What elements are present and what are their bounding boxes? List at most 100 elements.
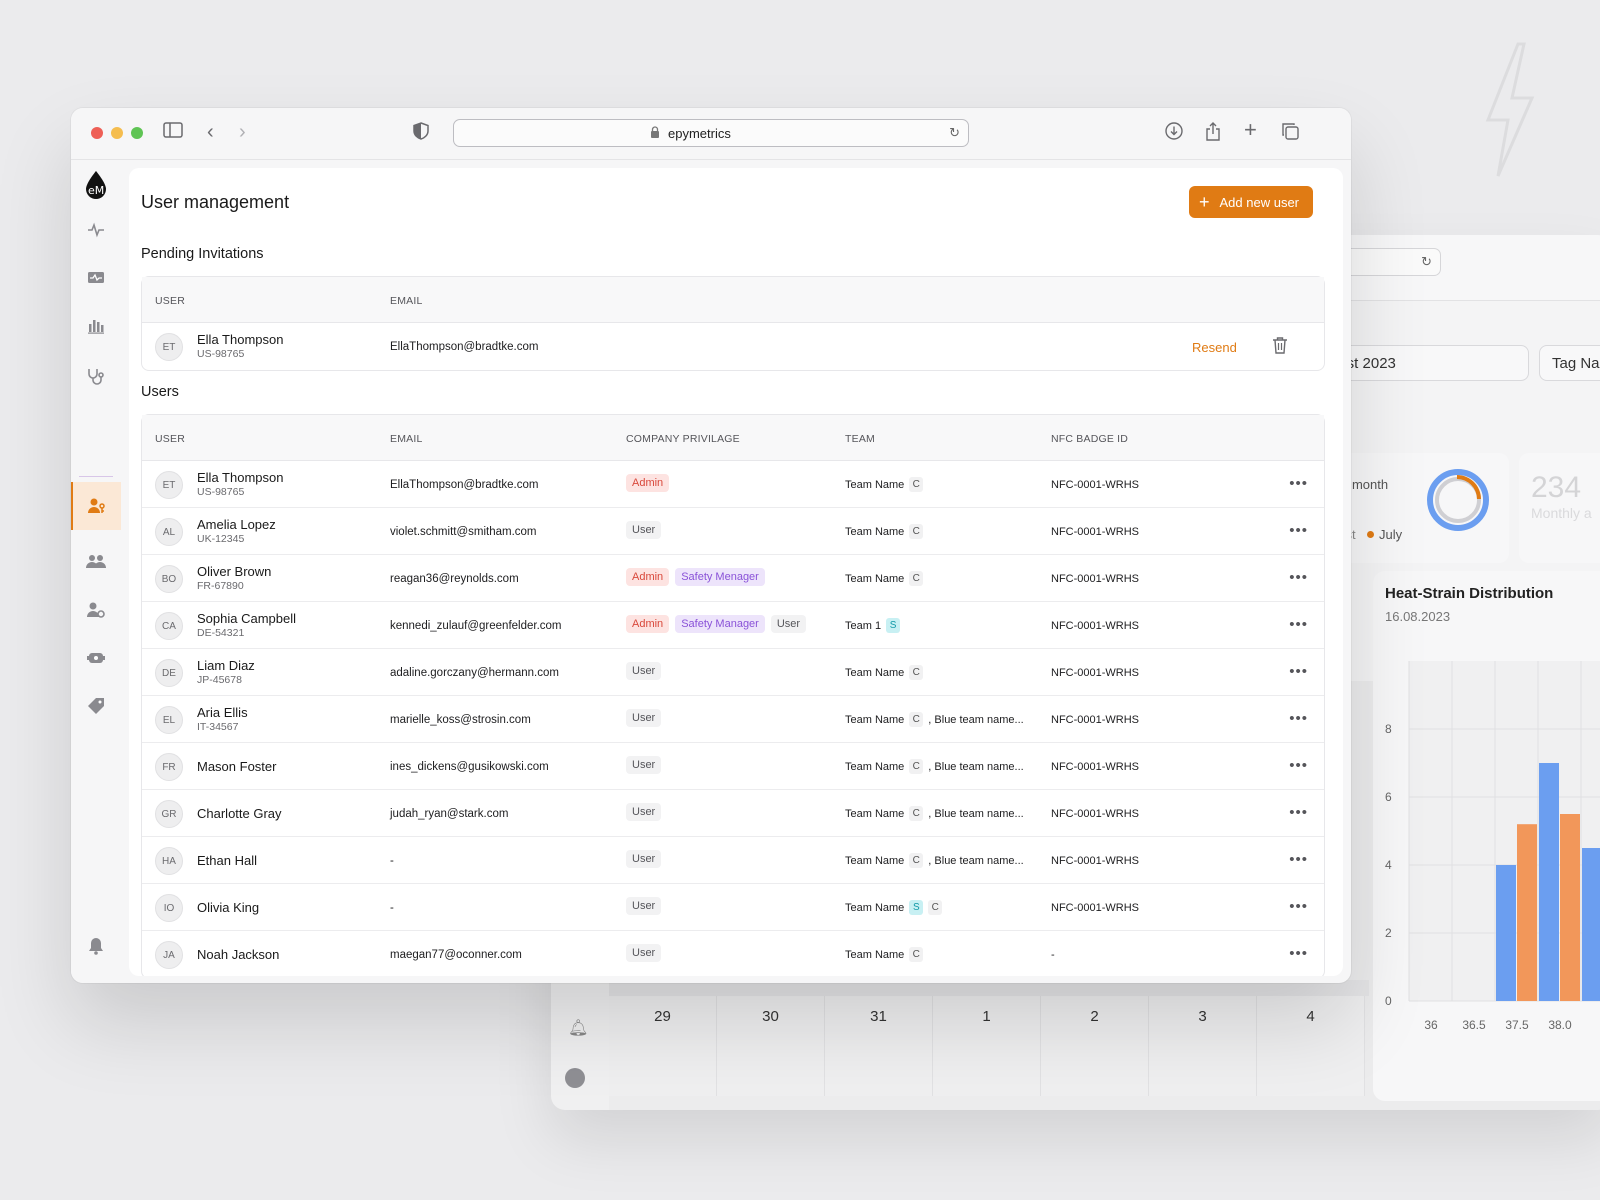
svg-text:eM: eM xyxy=(88,184,104,197)
team-chip: C xyxy=(909,853,924,868)
privilege-badge: User xyxy=(626,850,662,868)
privilege-badge: User xyxy=(626,756,662,774)
download-icon[interactable] xyxy=(1165,122,1183,144)
more-options-icon[interactable]: ••• xyxy=(1289,710,1308,727)
sidebar-item-user-management[interactable] xyxy=(71,482,121,530)
resend-invitation-link[interactable]: Resend xyxy=(1192,340,1237,355)
user-email: violet.schmitt@smitham.com xyxy=(390,526,537,538)
nfc-badge-id: - xyxy=(1051,949,1055,961)
sidebar-item-health[interactable] xyxy=(71,356,121,396)
forward-icon[interactable]: › xyxy=(239,122,246,142)
bar xyxy=(1496,865,1516,1001)
team-name: Team Name xyxy=(845,572,905,585)
user-avatar-icon xyxy=(565,1068,585,1088)
bar xyxy=(1582,848,1600,1001)
tabs-overview-icon[interactable] xyxy=(1281,122,1299,144)
sidebar-item-devices[interactable] xyxy=(71,638,121,678)
avatar: FR xyxy=(155,753,183,781)
add-new-user-label: Add new user xyxy=(1219,194,1300,210)
back-icon[interactable]: ‹ xyxy=(207,122,214,142)
bell-icon: 🔔︎ xyxy=(568,1020,589,1037)
privilege-badges: User xyxy=(626,897,662,915)
avatar: ET xyxy=(155,333,183,361)
more-options-icon[interactable]: ••• xyxy=(1289,475,1308,492)
more-options-icon[interactable]: ••• xyxy=(1289,522,1308,539)
team-chip: C xyxy=(909,712,924,727)
team-chip: C xyxy=(928,900,943,915)
nfc-badge-id: NFC-0001-WRHS xyxy=(1051,855,1140,867)
close-window-button[interactable] xyxy=(91,127,103,139)
user-name: Sophia Campbell xyxy=(197,611,297,626)
avatar: AL xyxy=(155,518,183,546)
y-tick-label: 4 xyxy=(1385,858,1392,872)
user-name: Aria Ellis xyxy=(197,705,248,720)
legend-curr: July xyxy=(1367,527,1402,542)
more-options-icon[interactable]: ••• xyxy=(1289,569,1308,586)
pulse-icon xyxy=(88,222,104,238)
calendar-strip: 29 30 31 1 2 3 4 xyxy=(609,980,1369,1110)
more-options-icon[interactable]: ••• xyxy=(1289,898,1308,915)
privilege-badge: User xyxy=(626,521,662,539)
user-id: UK-12345 xyxy=(197,533,245,545)
address-bar[interactable]: epymetrics ↻ xyxy=(453,119,969,147)
user-email: - xyxy=(390,855,394,867)
privilege-badge: User xyxy=(626,709,662,727)
more-options-icon[interactable]: ••• xyxy=(1289,804,1308,821)
main-content: User management + Add new user Pending I… xyxy=(129,168,1343,976)
privilege-badges: User xyxy=(626,709,662,727)
user-email: maegan77@oconner.com xyxy=(390,949,522,961)
calendar-day: 1 xyxy=(933,996,1041,1096)
browser-window: ‹ › epymetrics ↻ + eM User management + … xyxy=(71,108,1351,983)
pending-row: ET Ella Thompson US-98765 EllaThompson@b… xyxy=(142,323,1324,370)
sidebar-item-activity[interactable] xyxy=(71,210,121,250)
address-url: epymetrics xyxy=(668,126,731,141)
more-options-icon[interactable]: ••• xyxy=(1289,616,1308,633)
maximize-window-button[interactable] xyxy=(131,127,143,139)
trash-icon[interactable] xyxy=(1272,336,1288,357)
sidebar-toggle-icon[interactable] xyxy=(163,122,183,142)
more-options-icon[interactable]: ••• xyxy=(1289,945,1308,962)
reload-icon[interactable]: ↻ xyxy=(949,125,960,141)
column-header-nfc: NFC BADGE ID xyxy=(1051,433,1129,445)
privilege-badge: Admin xyxy=(626,615,670,633)
privilege-badges: Admin xyxy=(626,474,670,492)
privilege-badge: Admin xyxy=(626,474,670,492)
team-chip: C xyxy=(909,665,924,680)
sidebar-item-profile[interactable] xyxy=(71,976,121,983)
user-name: Oliver Brown xyxy=(197,564,272,579)
table-row: AL Amelia Lopez UK-12345 violet.schmitt@smi… xyxy=(142,508,1324,555)
user-email: ines_dickens@gusikowski.com xyxy=(390,761,549,773)
more-options-icon[interactable]: ••• xyxy=(1289,663,1308,680)
x-tick-label: 36 xyxy=(1424,1018,1438,1032)
avatar: IO xyxy=(155,894,183,922)
more-options-icon[interactable]: ••• xyxy=(1289,851,1308,868)
sidebar-item-analytics[interactable] xyxy=(71,306,121,346)
table-row: CA Sophia Campbell DE-54321 kennedi_zulauf@… xyxy=(142,602,1324,649)
table-row: ET Ella Thompson US-98765 EllaThompson@brad… xyxy=(142,461,1324,508)
sidebar-item-user-settings[interactable] xyxy=(71,590,121,630)
new-tab-icon[interactable]: + xyxy=(1244,119,1257,141)
kpi-value: 234 xyxy=(1531,471,1582,504)
background-address-bar: ↻ xyxy=(1341,248,1441,276)
privilege-badge: User xyxy=(626,897,662,915)
table-row: FR Mason Foster ines_dickens@gusikowski.co… xyxy=(142,743,1324,790)
user-id: US-98765 xyxy=(197,348,245,360)
sidebar-item-monitor[interactable] xyxy=(71,258,121,298)
app-logo: eM xyxy=(86,171,106,199)
add-new-user-button[interactable]: + Add new user xyxy=(1189,186,1313,218)
team-extra: , Blue team name... xyxy=(928,760,1024,773)
nfc-badge-id: NFC-0001-WRHS xyxy=(1051,620,1140,632)
share-icon[interactable] xyxy=(1205,122,1221,145)
column-header-user: USER xyxy=(155,433,185,445)
sidebar-item-teams[interactable] xyxy=(71,542,121,582)
sidebar-divider xyxy=(79,476,113,477)
sidebar-item-tags[interactable] xyxy=(71,686,121,726)
team-cell: Team Name C xyxy=(845,947,924,962)
minimize-window-button[interactable] xyxy=(111,127,123,139)
user-name: Liam Diaz xyxy=(197,658,255,673)
team-cell: Team Name C , Blue team name... xyxy=(845,712,1024,727)
shield-icon[interactable] xyxy=(413,122,429,144)
sidebar-item-notifications[interactable] xyxy=(71,926,121,966)
more-options-icon[interactable]: ••• xyxy=(1289,757,1308,774)
privilege-badges: User xyxy=(626,662,662,680)
